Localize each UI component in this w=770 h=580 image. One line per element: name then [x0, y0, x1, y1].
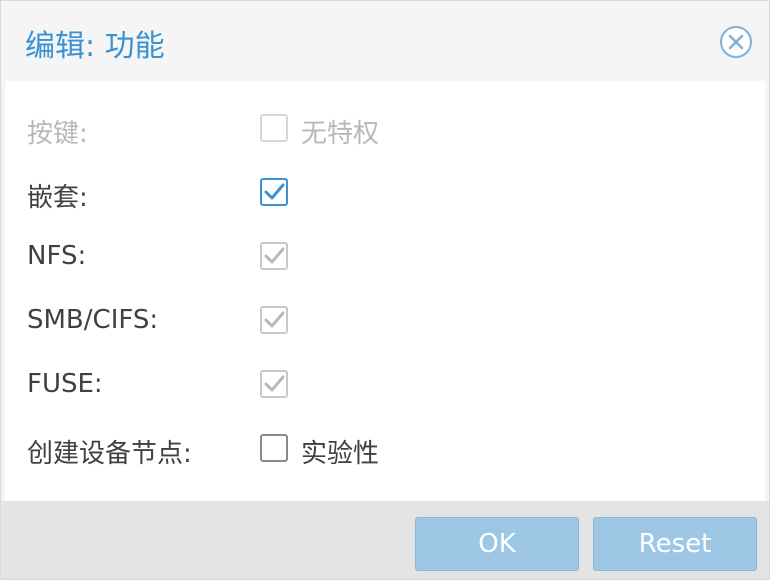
row-fuse: FUSE:: [5, 365, 765, 405]
dialog-titlebar: 编辑: 功能: [1, 1, 769, 81]
row-create-device-nodes: 创建设备节点: 实验性: [5, 429, 765, 469]
row-nfs: NFS:: [5, 237, 765, 277]
row-keys: 按键: 无特权: [5, 109, 765, 149]
fuse-checkbox[interactable]: [259, 369, 289, 399]
unprivileged-checkbox[interactable]: [259, 113, 289, 143]
row-smb-cifs: SMB/CIFS:: [5, 301, 765, 341]
fuse-label: FUSE:: [27, 369, 103, 399]
keys-label: 按键:: [27, 119, 88, 149]
reset-button[interactable]: Reset: [593, 517, 757, 571]
unprivileged-label: 无特权: [301, 119, 380, 149]
nesting-label: 嵌套:: [27, 183, 88, 213]
experimental-label: 实验性: [301, 439, 380, 469]
nesting-checkbox[interactable]: [259, 177, 289, 207]
create-device-nodes-label: 创建设备节点:: [27, 439, 192, 469]
row-nesting: 嵌套:: [5, 173, 765, 213]
close-icon[interactable]: [719, 25, 753, 59]
dialog-body: 按键: 无特权 嵌套: NFS: SMB/CIFS: FUSE: 创建设备节点:…: [5, 81, 765, 501]
edit-features-dialog: 编辑: 功能 按键: 无特权 嵌套: NFS: SMB/CIFS: FUSE: …: [0, 0, 770, 580]
smb-cifs-label: SMB/CIFS:: [27, 305, 159, 335]
dialog-title: 编辑: 功能: [25, 29, 165, 64]
nfs-label: NFS:: [27, 241, 87, 271]
ok-button[interactable]: OK: [415, 517, 579, 571]
smb-cifs-checkbox[interactable]: [259, 305, 289, 335]
dialog-footer: OK Reset: [1, 501, 769, 579]
experimental-checkbox[interactable]: [259, 433, 289, 463]
nfs-checkbox[interactable]: [259, 241, 289, 271]
